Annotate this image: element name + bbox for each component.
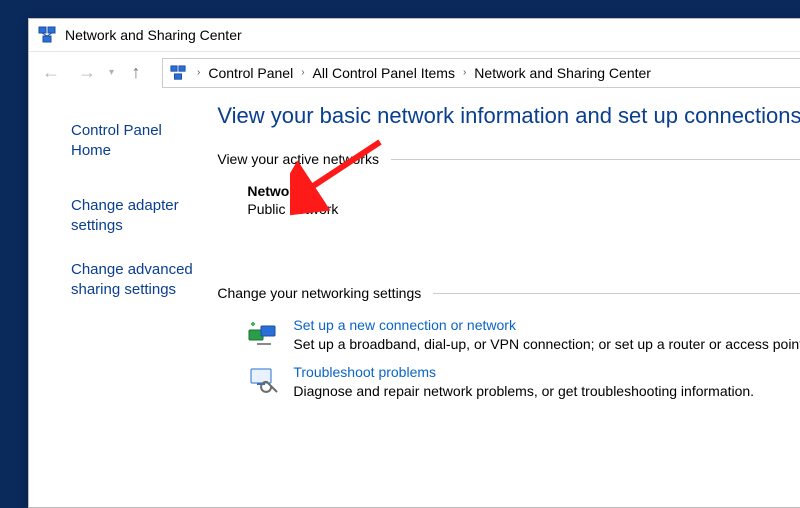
control-panel-window: Network and Sharing Center ← → ▾ ↑ › Con… xyxy=(28,18,800,508)
option-setup-connection: Set up a new connection or network Set u… xyxy=(217,317,800,352)
option-setup-link[interactable]: Set up a new connection or network xyxy=(293,317,800,333)
network-sharing-icon xyxy=(169,64,187,82)
network-name: Network xyxy=(247,183,800,199)
option-setup-desc: Set up a broadband, dial-up, or VPN conn… xyxy=(293,336,800,352)
window-title: Network and Sharing Center xyxy=(65,27,242,43)
chevron-right-icon: › xyxy=(301,67,304,78)
section-change-settings: Change your networking settings xyxy=(217,285,800,301)
divider xyxy=(433,293,800,294)
page-heading: View your basic network information and … xyxy=(217,103,800,129)
option-troubleshoot-link[interactable]: Troubleshoot problems xyxy=(293,364,754,380)
back-button[interactable]: ← xyxy=(35,57,67,89)
up-button[interactable]: ↑ xyxy=(120,57,152,89)
window-titlebar: Network and Sharing Center xyxy=(29,19,800,51)
network-sharing-icon xyxy=(37,25,57,45)
explorer-nav-bar: ← → ▾ ↑ › Control Panel › All Control Pa… xyxy=(29,51,800,93)
troubleshoot-icon xyxy=(247,364,281,398)
setup-connection-icon xyxy=(247,317,281,351)
network-type: Public network xyxy=(247,201,800,217)
breadcrumb-all-items[interactable]: All Control Panel Items xyxy=(311,65,457,81)
forward-button[interactable]: → xyxy=(71,57,103,89)
chevron-right-icon: › xyxy=(463,67,466,78)
sidebar-link-adapter-settings[interactable]: Change adapter settings xyxy=(71,196,195,237)
section-active-networks: View your active networks xyxy=(217,151,800,167)
left-sidebar: Control Panel Home Change adapter settin… xyxy=(29,93,217,507)
active-network-entry: Network Public network xyxy=(217,183,800,245)
breadcrumb-control-panel[interactable]: Control Panel xyxy=(206,65,295,81)
chevron-right-icon: › xyxy=(197,67,200,78)
breadcrumb-network-sharing[interactable]: Network and Sharing Center xyxy=(472,65,653,81)
option-troubleshoot-desc: Diagnose and repair network problems, or… xyxy=(293,383,754,399)
history-dropdown-icon[interactable]: ▾ xyxy=(109,67,114,78)
option-troubleshoot: Troubleshoot problems Diagnose and repai… xyxy=(217,364,800,399)
sidebar-link-home[interactable]: Control Panel Home xyxy=(71,121,195,162)
section-label-change: Change your networking settings xyxy=(217,285,421,301)
sidebar-link-advanced-sharing[interactable]: Change advanced sharing settings xyxy=(71,260,195,301)
section-label-active: View your active networks xyxy=(217,151,379,167)
address-bar[interactable]: › Control Panel › All Control Panel Item… xyxy=(162,58,800,88)
main-panel: View your basic network information and … xyxy=(217,93,800,507)
divider xyxy=(391,159,800,160)
content-area: Control Panel Home Change adapter settin… xyxy=(29,93,800,507)
